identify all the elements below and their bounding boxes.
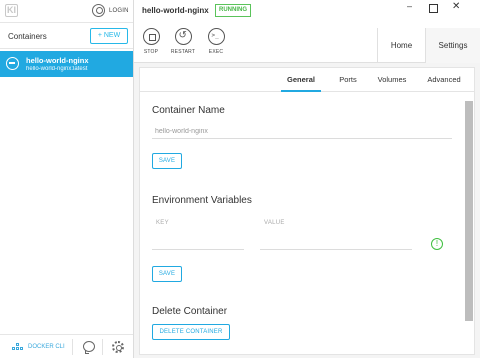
- delete-container-button[interactable]: DELETE CONTAINER: [152, 324, 230, 340]
- close-icon[interactable]: ✕: [452, 1, 460, 12]
- container-list-item[interactable]: hello-world-nginx hello-world-nginx:late…: [0, 51, 133, 77]
- env-vars-title: Environment Variables: [152, 195, 252, 206]
- terminal-icon: [207, 28, 225, 45]
- running-status-icon: [6, 57, 19, 70]
- settings-card: General Ports Volumes Advanced Container…: [139, 67, 475, 355]
- subtab-volumes[interactable]: Volumes: [374, 68, 410, 92]
- exec-button[interactable]: EXEC: [201, 28, 231, 55]
- env-value-input[interactable]: [260, 236, 412, 250]
- footer-divider: [72, 339, 73, 355]
- main-area: hello-world-nginx RUNNING – ✕ STOP RESTA…: [134, 0, 480, 358]
- docker-whale-icon: [12, 342, 24, 352]
- stop-icon: [142, 28, 160, 45]
- restart-label: RESTART: [170, 49, 196, 55]
- save-env-button[interactable]: SAVE: [152, 266, 182, 282]
- delete-container-title: Delete Container: [152, 306, 228, 317]
- stop-button[interactable]: STOP: [136, 28, 166, 55]
- status-badge: RUNNING: [215, 4, 251, 17]
- scrollbar[interactable]: [465, 101, 473, 321]
- containers-title: Containers: [8, 32, 47, 41]
- subtab-advanced[interactable]: Advanced: [423, 68, 465, 92]
- settings-panel: General Ports Volumes Advanced Container…: [134, 63, 480, 358]
- footer-divider: [102, 339, 103, 355]
- minimize-icon[interactable]: –: [407, 1, 412, 11]
- login-label: LOGIN: [109, 7, 129, 14]
- container-name-title: Container Name: [152, 105, 225, 116]
- docker-cli-label: DOCKER CLI: [28, 344, 65, 350]
- container-title: hello-world-nginx: [142, 6, 209, 15]
- save-name-button[interactable]: SAVE: [152, 153, 182, 169]
- containers-header: Containers + NEW: [0, 23, 133, 49]
- docker-cli-button[interactable]: DOCKER CLI: [12, 342, 65, 352]
- tab-home[interactable]: Home: [377, 28, 425, 63]
- subtab-ports[interactable]: Ports: [336, 68, 360, 92]
- kitematic-logo-icon: KI: [5, 4, 18, 17]
- stop-label: STOP: [143, 49, 159, 55]
- exec-label: EXEC: [208, 49, 224, 55]
- value-column-header: VALUE: [264, 220, 285, 226]
- key-column-header: KEY: [156, 220, 169, 226]
- container-item-image: hello-world-nginx:latest: [26, 66, 88, 72]
- container-item-name: hello-world-nginx: [26, 56, 89, 65]
- gear-icon[interactable]: [112, 341, 124, 353]
- container-header: hello-world-nginx RUNNING – ✕ STOP RESTA…: [134, 0, 480, 63]
- maximize-icon[interactable]: [429, 4, 438, 13]
- sidebar-topbar: KI LOGIN: [0, 0, 133, 23]
- subtab-general[interactable]: General: [281, 68, 321, 92]
- new-container-button[interactable]: + NEW: [90, 28, 128, 44]
- sidebar: KI LOGIN Containers + NEW hello-world-ng…: [0, 0, 134, 358]
- login-button[interactable]: LOGIN: [92, 4, 129, 17]
- env-key-input[interactable]: [152, 236, 244, 250]
- add-env-icon[interactable]: !: [431, 238, 443, 250]
- container-name-input[interactable]: [152, 125, 452, 139]
- restart-icon: [174, 28, 192, 45]
- sidebar-footer: DOCKER CLI: [0, 334, 133, 358]
- chat-icon[interactable]: [83, 341, 95, 354]
- tab-settings[interactable]: Settings: [425, 28, 480, 63]
- settings-subtabs: General Ports Volumes Advanced: [140, 68, 474, 92]
- restart-button[interactable]: RESTART: [168, 28, 198, 55]
- user-icon: [92, 4, 105, 17]
